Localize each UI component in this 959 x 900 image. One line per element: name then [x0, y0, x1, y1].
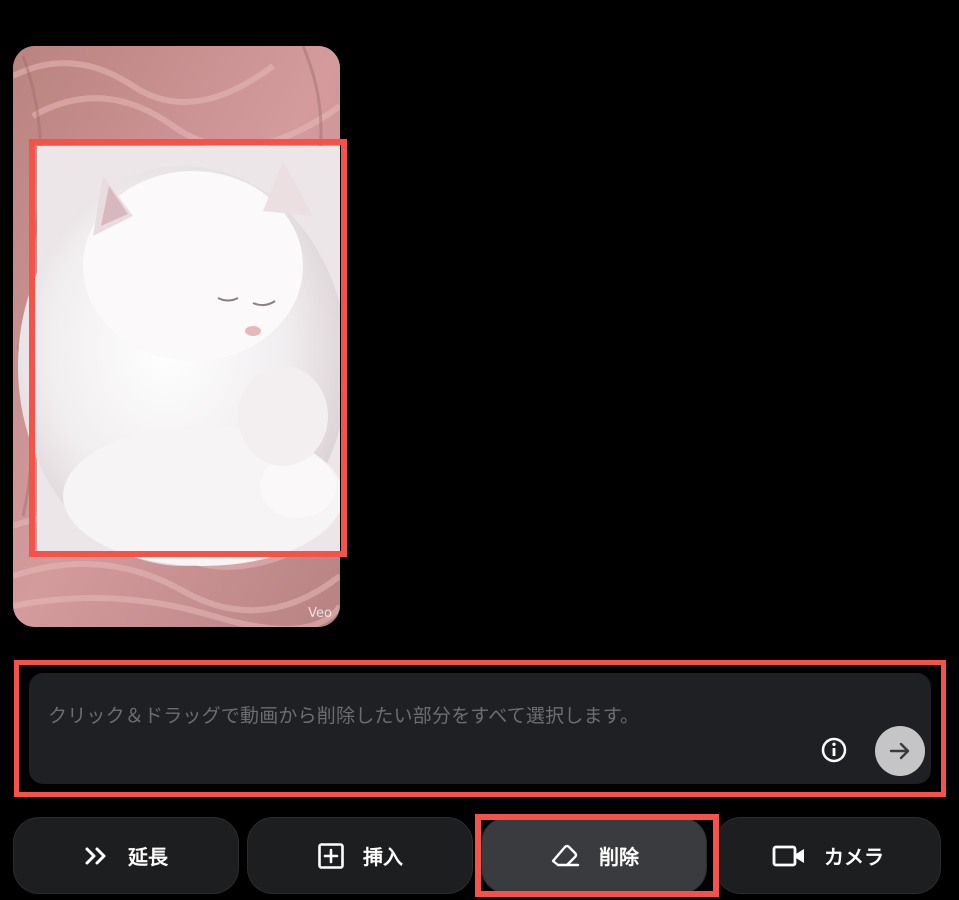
camera-label: カメラ [824, 845, 884, 869]
extend-button[interactable]: 延長 [13, 817, 239, 894]
add-box-icon [318, 842, 344, 869]
prompt-input[interactable]: クリック＆ドラッグで動画から削除したい部分をすべて選択します。 [29, 673, 931, 784]
insert-label: 挿入 [363, 845, 403, 869]
prompt-placeholder: クリック＆ドラッグで動画から削除したい部分をすべて選択します。 [48, 705, 640, 727]
video-camera-icon [772, 845, 804, 866]
insert-button[interactable]: 挿入 [247, 817, 473, 894]
edit-toolbar: 延長 挿入 削除 カメラ [13, 815, 943, 895]
double-chevron-right-icon [85, 847, 106, 864]
prompt-highlight-frame: クリック＆ドラッグで動画から削除したい部分をすべて選択します。 [14, 660, 946, 797]
remove-label: 削除 [599, 845, 639, 869]
eraser-icon [551, 844, 580, 866]
arrow-right-icon [889, 742, 910, 760]
camera-button[interactable]: カメラ [715, 817, 941, 894]
remove-button[interactable]: 削除 [481, 817, 707, 894]
info-icon[interactable] [820, 736, 848, 764]
send-button[interactable] [875, 726, 925, 776]
veo-watermark: Veo [308, 606, 332, 621]
removal-selection-box[interactable] [29, 139, 347, 557]
extend-label: 延長 [128, 845, 168, 869]
